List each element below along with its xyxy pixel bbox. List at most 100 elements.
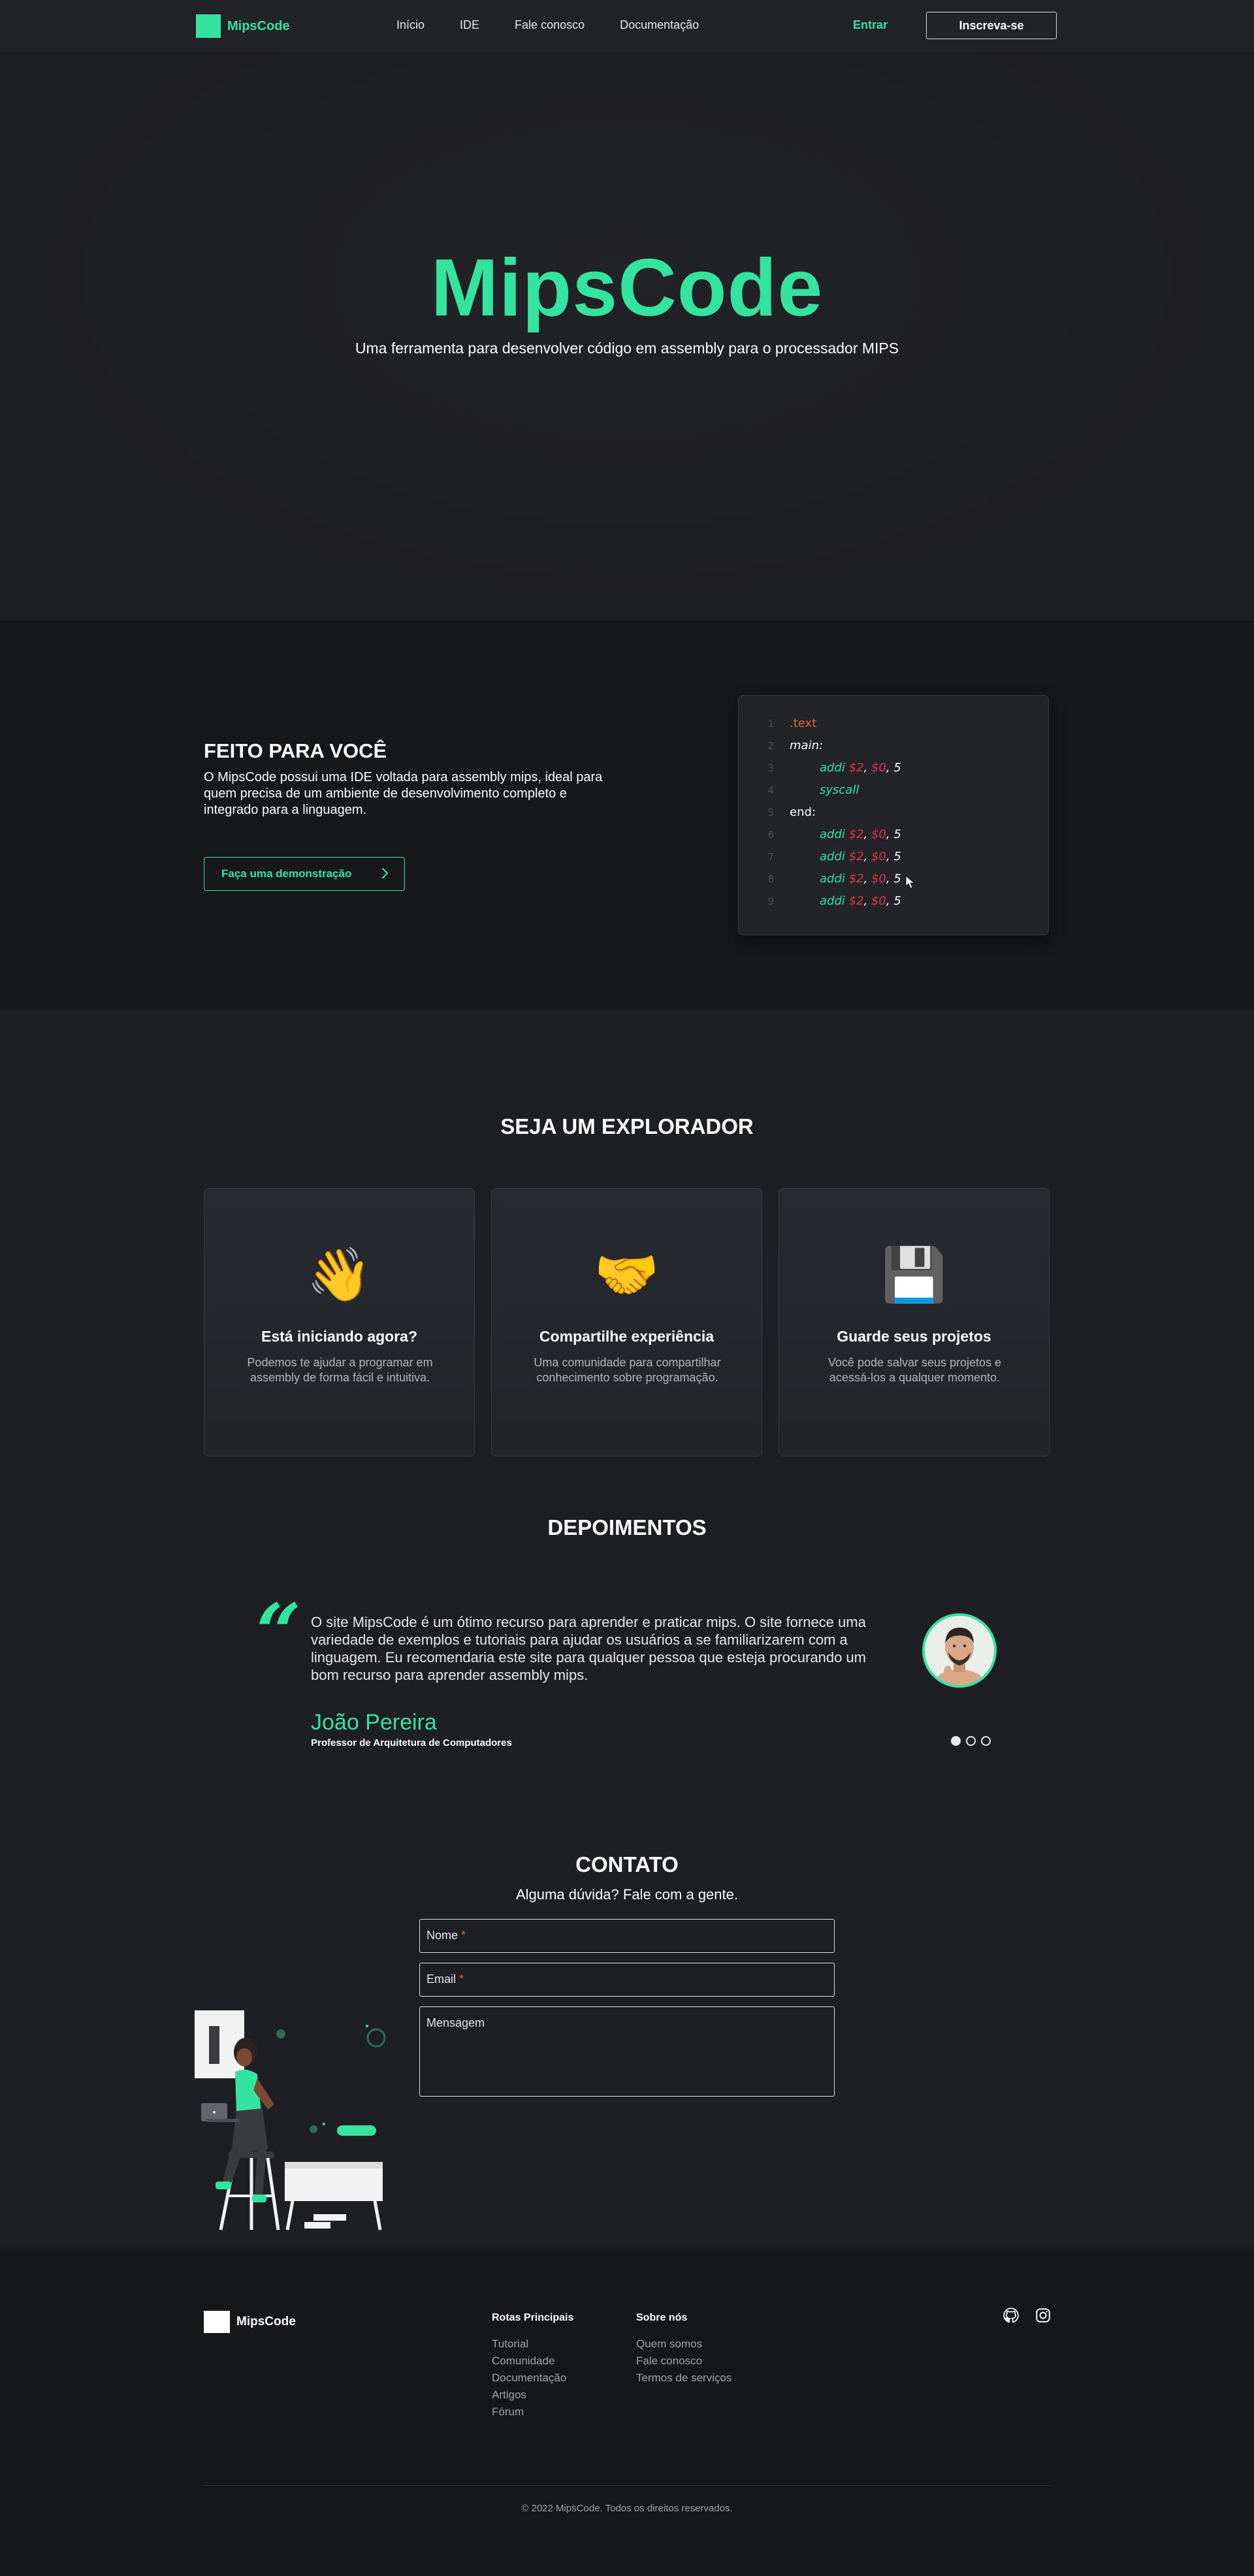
line-number: 2 [767, 740, 774, 752]
code-text: addi $2, $0, 5 [820, 761, 901, 775]
line-number: 1 [767, 718, 774, 730]
code-instruction: addi [820, 761, 845, 775]
code-preview-card: 1 .text 2 main: 3 addi $2, $0, 5 4 syscall 5 end:… [738, 695, 1049, 935]
github-icon[interactable] [1003, 2307, 1020, 2324]
feature-card-save[interactable]: 💾 Guarde seus projetos Você pode salvar … [779, 1188, 1050, 1457]
nav-link-fale-conosco[interactable]: Fale conosco [515, 18, 585, 32]
code-label: main: [790, 739, 824, 752]
woman-with-laptop-illustration [195, 2010, 386, 2230]
nav-link-inicio[interactable]: Início [396, 18, 425, 32]
testimonials-title: DEPOIMENTOS [547, 1515, 707, 1539]
code-immediate: 5 [893, 828, 901, 841]
feature-title: FEITO PARA VOCÊ [204, 739, 387, 762]
code-instruction: addi [820, 850, 845, 863]
name-field[interactable]: Nome * [419, 1919, 835, 1953]
code-text: addi $2, $0, 5 [820, 894, 901, 908]
testimonial-quote: O site MipsCode é um ótimo recurso para … [311, 1614, 866, 1683]
line-number: 4 [767, 784, 774, 796]
footer-column-about: Sobre nós Quem somos Fale conosco Termos… [636, 2312, 732, 2387]
line-number: 5 [767, 807, 774, 818]
line-number: 9 [767, 895, 774, 907]
email-field-placeholder: Email [426, 1972, 457, 1986]
code-register: $0 [871, 850, 886, 863]
code-text: syscall [820, 783, 859, 797]
footer-link-forum[interactable]: Fórum [492, 2404, 573, 2421]
card-description: Podemos te ajudar a programar em assembl… [247, 1356, 433, 1384]
carousel-dot-3[interactable] [981, 1736, 991, 1746]
feature-section: FEITO PARA VOCÊ O MipsCode possui uma ID… [0, 620, 1254, 1009]
nav-link-documentacao[interactable]: Documentação [620, 18, 699, 32]
code-line: 2 main: [739, 737, 1048, 757]
code-immediate: 5 [893, 850, 901, 863]
code-comma: , [863, 894, 871, 908]
email-field[interactable]: Email * [419, 1963, 835, 1997]
code-register: $0 [871, 894, 886, 908]
code-comma: , [886, 828, 894, 841]
code-comma: , [863, 828, 871, 841]
code-comma: , [886, 850, 894, 863]
quote-mark-icon: “ [256, 1586, 302, 1679]
nav-link-ide[interactable]: IDE [460, 18, 479, 32]
card-description: Uma comunidade para compartilhar conheci… [534, 1356, 721, 1384]
footer-divider [204, 2485, 1050, 2486]
code-comma: , [886, 761, 894, 775]
hero-subtitle: Uma ferramenta para desenvolver código e… [355, 340, 899, 357]
code-label: .text [790, 716, 817, 730]
demo-button[interactable]: Faça uma demonstração [204, 857, 405, 891]
mouse-cursor-icon [905, 875, 916, 889]
waving-hand-icon: 👋 [306, 1246, 372, 1304]
code-register: $0 [871, 761, 886, 775]
required-mark: * [459, 1972, 464, 1986]
code-instruction: syscall [820, 783, 860, 797]
code-text: addi $2, $0, 5 [820, 828, 901, 841]
testimonial-avatar [922, 1613, 997, 1688]
feature-card-share[interactable]: 🤝 Compartilhe experiência Uma comunidade… [491, 1188, 762, 1457]
card-title: Compartilhe experiência [539, 1328, 715, 1345]
footer-brand-name: MipsCode [236, 2315, 296, 2328]
nav-links: Início IDE Fale conosco Documentação [396, 18, 699, 32]
card-title: Está iniciando agora? [261, 1328, 417, 1345]
footer-link-quem-somos[interactable]: Quem somos [636, 2336, 732, 2353]
footer-link-tutorial[interactable]: Tutorial [492, 2336, 573, 2353]
login-link[interactable]: Entrar [853, 18, 888, 32]
code-text: addi $2, $0, 5 [820, 850, 901, 863]
instagram-icon[interactable] [1035, 2307, 1052, 2324]
code-label: end: [790, 805, 816, 819]
footer-link-fale-conosco[interactable]: Fale conosco [636, 2353, 732, 2370]
footer-link-termos[interactable]: Termos de serviços [636, 2370, 732, 2387]
carousel-dot-2[interactable] [966, 1736, 976, 1746]
code-register: $0 [871, 872, 886, 886]
chevron-right-icon [381, 867, 389, 879]
signup-button[interactable]: Inscreva-se [926, 12, 1057, 39]
code-text: end: [790, 805, 816, 819]
feature-card-beginner[interactable]: 👋 Está iniciando agora? Podemos te ajuda… [204, 1188, 475, 1457]
code-instruction: addi [820, 894, 845, 908]
brand-mark-icon [196, 14, 221, 38]
footer-link-artigos[interactable]: Artigos [492, 2387, 573, 2404]
code-text: main: [790, 739, 823, 752]
code-line: 9 addi $2, $0, 5 [739, 893, 1048, 912]
hero-section: MipsCode Uma ferramenta para desenvolver… [0, 52, 1254, 620]
code-comma: , [886, 872, 894, 886]
code-immediate: 5 [893, 761, 901, 775]
card-title: Guarde seus projetos [837, 1328, 991, 1345]
line-number: 8 [767, 873, 774, 885]
message-field-placeholder: Mensagem [426, 2016, 485, 2029]
code-instruction: addi [820, 872, 845, 886]
carousel-dots [951, 1736, 991, 1746]
footer-link-comunidade[interactable]: Comunidade [492, 2353, 573, 2370]
code-register: $2 [848, 872, 864, 886]
footer-link-documentacao[interactable]: Documentação [492, 2370, 573, 2387]
testimonial-author-role: Professor de Arquitetura de Computadores [311, 1737, 512, 1748]
contact-title: CONTATO [575, 1852, 679, 1876]
message-field[interactable]: Mensagem [419, 2006, 835, 2097]
code-line: 6 addi $2, $0, 5 [739, 826, 1048, 846]
brand-logo[interactable]: MipsCode [196, 14, 290, 38]
demo-button-label: Faça uma demonstração [221, 867, 352, 880]
footer-brand[interactable]: MipsCode [204, 2311, 296, 2333]
code-text: addi $2, $0, 5 [820, 872, 901, 886]
code-line: 1 .text [739, 715, 1048, 735]
line-number: 6 [767, 829, 774, 841]
footer-column-title: Sobre nós [636, 2312, 688, 2323]
carousel-dot-1[interactable] [951, 1736, 961, 1746]
